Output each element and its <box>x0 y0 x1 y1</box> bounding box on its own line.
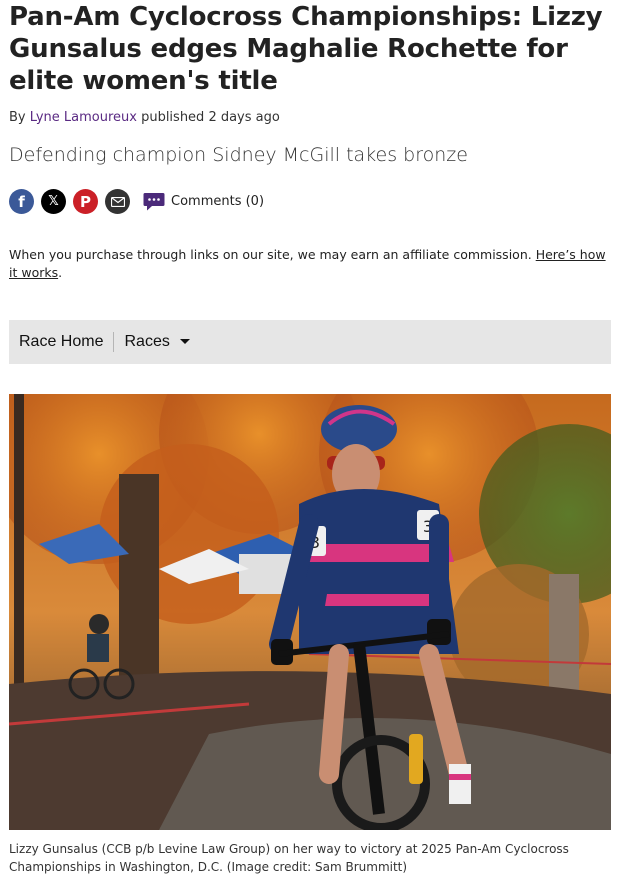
x-icon: 𝕏 <box>48 194 59 209</box>
comments-button[interactable]: Comments (0) <box>143 192 264 212</box>
article-subtitle: Defending champion Sidney McGill takes b… <box>9 144 468 166</box>
race-nav-bar: Race Home Races <box>9 320 611 364</box>
affiliate-disclosure: When you purchase through links on our s… <box>9 246 609 282</box>
byline: By Lyne Lamoureux published 2 days ago <box>9 110 280 125</box>
affiliate-end: . <box>58 265 63 280</box>
races-label: Races <box>124 333 170 350</box>
facebook-share-button[interactable]: f <box>9 189 34 214</box>
pinterest-share-button[interactable]: P <box>73 189 98 214</box>
caret-down-icon <box>179 339 190 345</box>
published-date: published 2 days ago <box>141 110 280 125</box>
pinterest-icon: P <box>80 192 91 211</box>
comment-bubble-icon <box>143 192 165 210</box>
x-share-button[interactable]: 𝕏 <box>41 189 66 214</box>
email-share-button[interactable] <box>105 189 130 214</box>
race-photo: 3 3 <box>9 394 611 830</box>
page-title: Pan-Am Cyclocross Championships: Lizzy G… <box>9 2 603 96</box>
image-caption: Lizzy Gunsalus (CCB p/b Levine Law Group… <box>9 842 569 874</box>
byline-prefix: By <box>9 110 26 125</box>
comments-label: Comments (0) <box>171 194 265 209</box>
facebook-icon: f <box>18 192 25 211</box>
affiliate-text: When you purchase through links on our s… <box>9 247 536 262</box>
article-header: Pan-Am Cyclocross Championships: Lizzy G… <box>9 0 611 874</box>
hero-image: 3 3 <box>9 394 611 830</box>
race-home-link[interactable]: Race Home <box>9 333 113 351</box>
share-bar: f 𝕏 P Comments (0) <box>9 189 264 214</box>
author-link[interactable]: Lyne Lamoureux <box>30 110 137 125</box>
races-dropdown[interactable]: Races <box>114 333 199 351</box>
envelope-icon <box>110 196 125 207</box>
